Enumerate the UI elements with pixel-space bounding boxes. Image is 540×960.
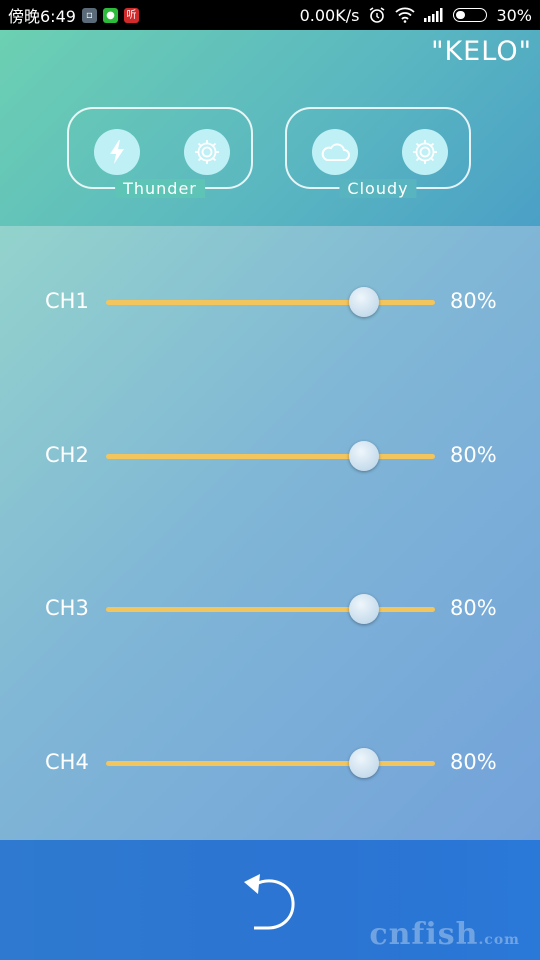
cloudy-mode-button[interactable] bbox=[312, 129, 358, 175]
listen-app-icon: 听 bbox=[123, 7, 139, 23]
undo-button[interactable] bbox=[238, 868, 300, 934]
watermark: cnfish.com bbox=[369, 917, 520, 952]
cloudy-mode-label: Cloudy bbox=[339, 179, 417, 198]
mode-group-thunder: Thunder bbox=[67, 107, 253, 198]
thunder-mode-label: Thunder bbox=[115, 179, 205, 198]
channel-value: 80% bbox=[450, 289, 497, 313]
watermark-suffix: .com bbox=[478, 932, 520, 948]
thunder-mode-button[interactable] bbox=[94, 129, 140, 175]
wifi-icon bbox=[395, 7, 416, 23]
gear-icon bbox=[413, 140, 437, 164]
channel-label: CH1 bbox=[45, 289, 89, 313]
footer-bar: cnfish.com bbox=[0, 840, 540, 960]
ch1-slider-thumb[interactable] bbox=[349, 287, 380, 317]
channel-row-2: CH2 80% bbox=[0, 437, 540, 477]
ch3-slider-thumb[interactable] bbox=[349, 594, 380, 624]
battery-percent: 30% bbox=[496, 5, 532, 25]
status-bar: 傍晚6:49 ▫ ● 听 0.00K/s 30% bbox=[0, 0, 540, 30]
ch2-slider-track[interactable] bbox=[106, 454, 435, 459]
battery-icon bbox=[453, 8, 488, 22]
ch1-slider-track[interactable] bbox=[106, 300, 435, 305]
channel-label: CH3 bbox=[45, 596, 89, 620]
signal-icon bbox=[424, 8, 443, 22]
cloud-icon bbox=[321, 143, 350, 161]
mode-group-cloudy: Cloudy bbox=[285, 107, 471, 198]
thunder-settings-button[interactable] bbox=[184, 129, 230, 175]
ch4-slider-thumb[interactable] bbox=[349, 748, 380, 778]
channel-label: CH2 bbox=[45, 443, 89, 467]
gear-icon bbox=[195, 140, 219, 164]
app-title: "KELO" bbox=[431, 36, 532, 67]
status-time: 傍晚6:49 bbox=[8, 7, 76, 26]
cloudy-settings-button[interactable] bbox=[402, 129, 448, 175]
lightning-icon bbox=[110, 140, 124, 164]
channel-row-4: CH4 80% bbox=[0, 744, 540, 784]
channel-label: CH4 bbox=[45, 750, 89, 774]
header: "KELO" Thunder Cloudy bbox=[0, 30, 540, 226]
message-icon: ▫ bbox=[81, 7, 97, 23]
undo-icon bbox=[244, 874, 295, 930]
alarm-icon bbox=[369, 7, 385, 23]
channel-panel: CH1 80% CH2 80% CH3 80% CH4 80% bbox=[0, 226, 540, 840]
channel-value: 80% bbox=[450, 596, 497, 620]
watermark-text: cnfish bbox=[369, 917, 479, 952]
network-speed: 0.00K/s bbox=[299, 5, 360, 25]
channel-row-1: CH1 80% bbox=[0, 283, 540, 323]
channel-row-3: CH3 80% bbox=[0, 590, 540, 630]
ch2-slider-thumb[interactable] bbox=[349, 441, 380, 471]
ch4-slider-track[interactable] bbox=[106, 761, 435, 766]
channel-value: 80% bbox=[450, 443, 497, 467]
ch3-slider-track[interactable] bbox=[106, 607, 435, 612]
channel-value: 80% bbox=[450, 750, 497, 774]
wechat-icon: ● bbox=[102, 7, 118, 23]
